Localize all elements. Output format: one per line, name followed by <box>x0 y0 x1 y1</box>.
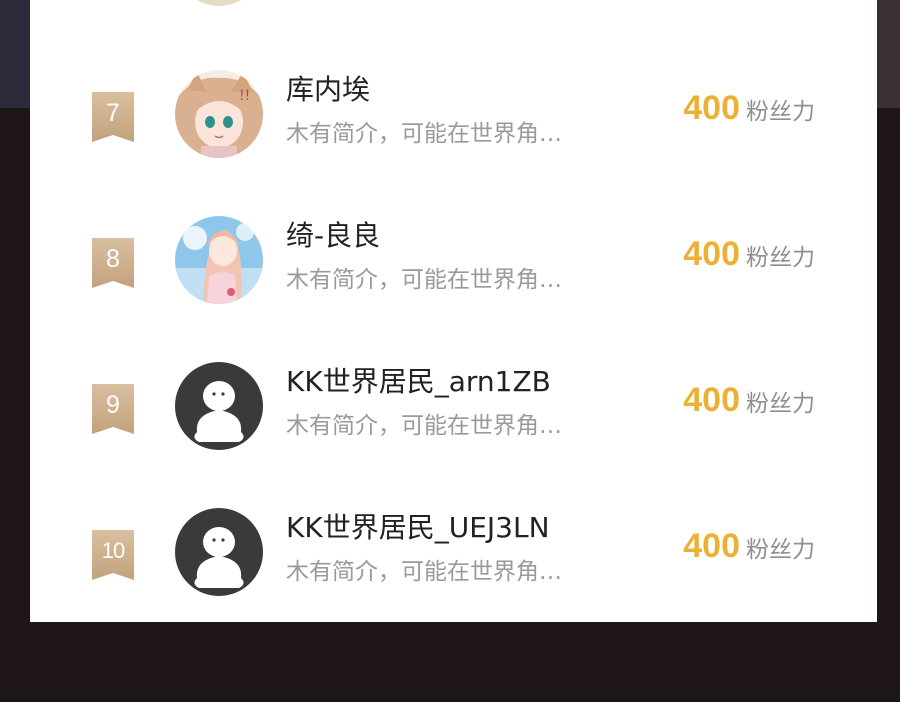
user-bio: 木有简介，可能在世界角… <box>286 559 562 585</box>
user-avatar[interactable] <box>175 508 263 596</box>
user-avatar[interactable]: !! <box>175 70 263 158</box>
fan-power-score: 400 粉丝力 <box>683 89 815 128</box>
svg-text:!!: !! <box>239 88 250 104</box>
user-name[interactable]: KK世界居民_arn1ZB <box>286 360 551 400</box>
fan-leaderboard-panel[interactable]: 7 !! 库内埃 木有简介，可能在世界角… 400 粉丝力 8 绮-良良 木有简… <box>30 0 877 622</box>
default-person-avatar-icon <box>175 362 263 450</box>
user-name[interactable]: 库内埃 <box>286 68 370 108</box>
score-value: 400 <box>683 527 740 565</box>
user-name[interactable]: 绮-良良 <box>286 214 380 254</box>
user-name[interactable]: KK世界居民_UEJ3LN <box>286 506 550 546</box>
fan-power-score: 400 粉丝力 <box>683 381 815 420</box>
leaderboard-row[interactable]: 9 KK世界居民_arn1ZB 木有简介，可能在世界角… 400 粉丝力 <box>30 346 877 492</box>
user-avatar[interactable] <box>175 216 263 304</box>
default-person-avatar-icon <box>175 508 263 596</box>
score-unit: 粉丝力 <box>746 99 815 125</box>
leaderboard-row[interactable]: 8 绮-良良 木有简介，可能在世界角… 400 粉丝力 <box>30 200 877 346</box>
score-value: 400 <box>683 89 740 127</box>
leaderboard-row[interactable]: 7 !! 库内埃 木有简介，可能在世界角… 400 粉丝力 <box>30 54 877 200</box>
anime-girl-beach-avatar-icon <box>175 216 263 304</box>
leaderboard-row[interactable]: 10 KK世界居民_UEJ3LN 木有简介，可能在世界角… 400 粉丝力 <box>30 492 877 622</box>
score-unit: 粉丝力 <box>746 537 815 563</box>
rank-badge: 10 <box>92 530 134 580</box>
score-unit: 粉丝力 <box>746 391 815 417</box>
user-bio: 木有简介，可能在世界角… <box>286 267 562 293</box>
score-value: 400 <box>683 381 740 419</box>
user-bio: 木有简介，可能在世界角… <box>286 413 562 439</box>
score-value: 400 <box>683 235 740 273</box>
previous-row-avatar <box>175 0 263 6</box>
rank-badge: 7 <box>92 92 134 142</box>
score-unit: 粉丝力 <box>746 245 815 271</box>
user-avatar[interactable] <box>175 362 263 450</box>
rank-badge: 9 <box>92 384 134 434</box>
rank-badge: 8 <box>92 238 134 288</box>
fan-power-score: 400 粉丝力 <box>683 527 815 566</box>
anime-catgirl-avatar-icon: !! <box>175 70 263 158</box>
fan-power-score: 400 粉丝力 <box>683 235 815 274</box>
user-bio: 木有简介，可能在世界角… <box>286 121 562 147</box>
